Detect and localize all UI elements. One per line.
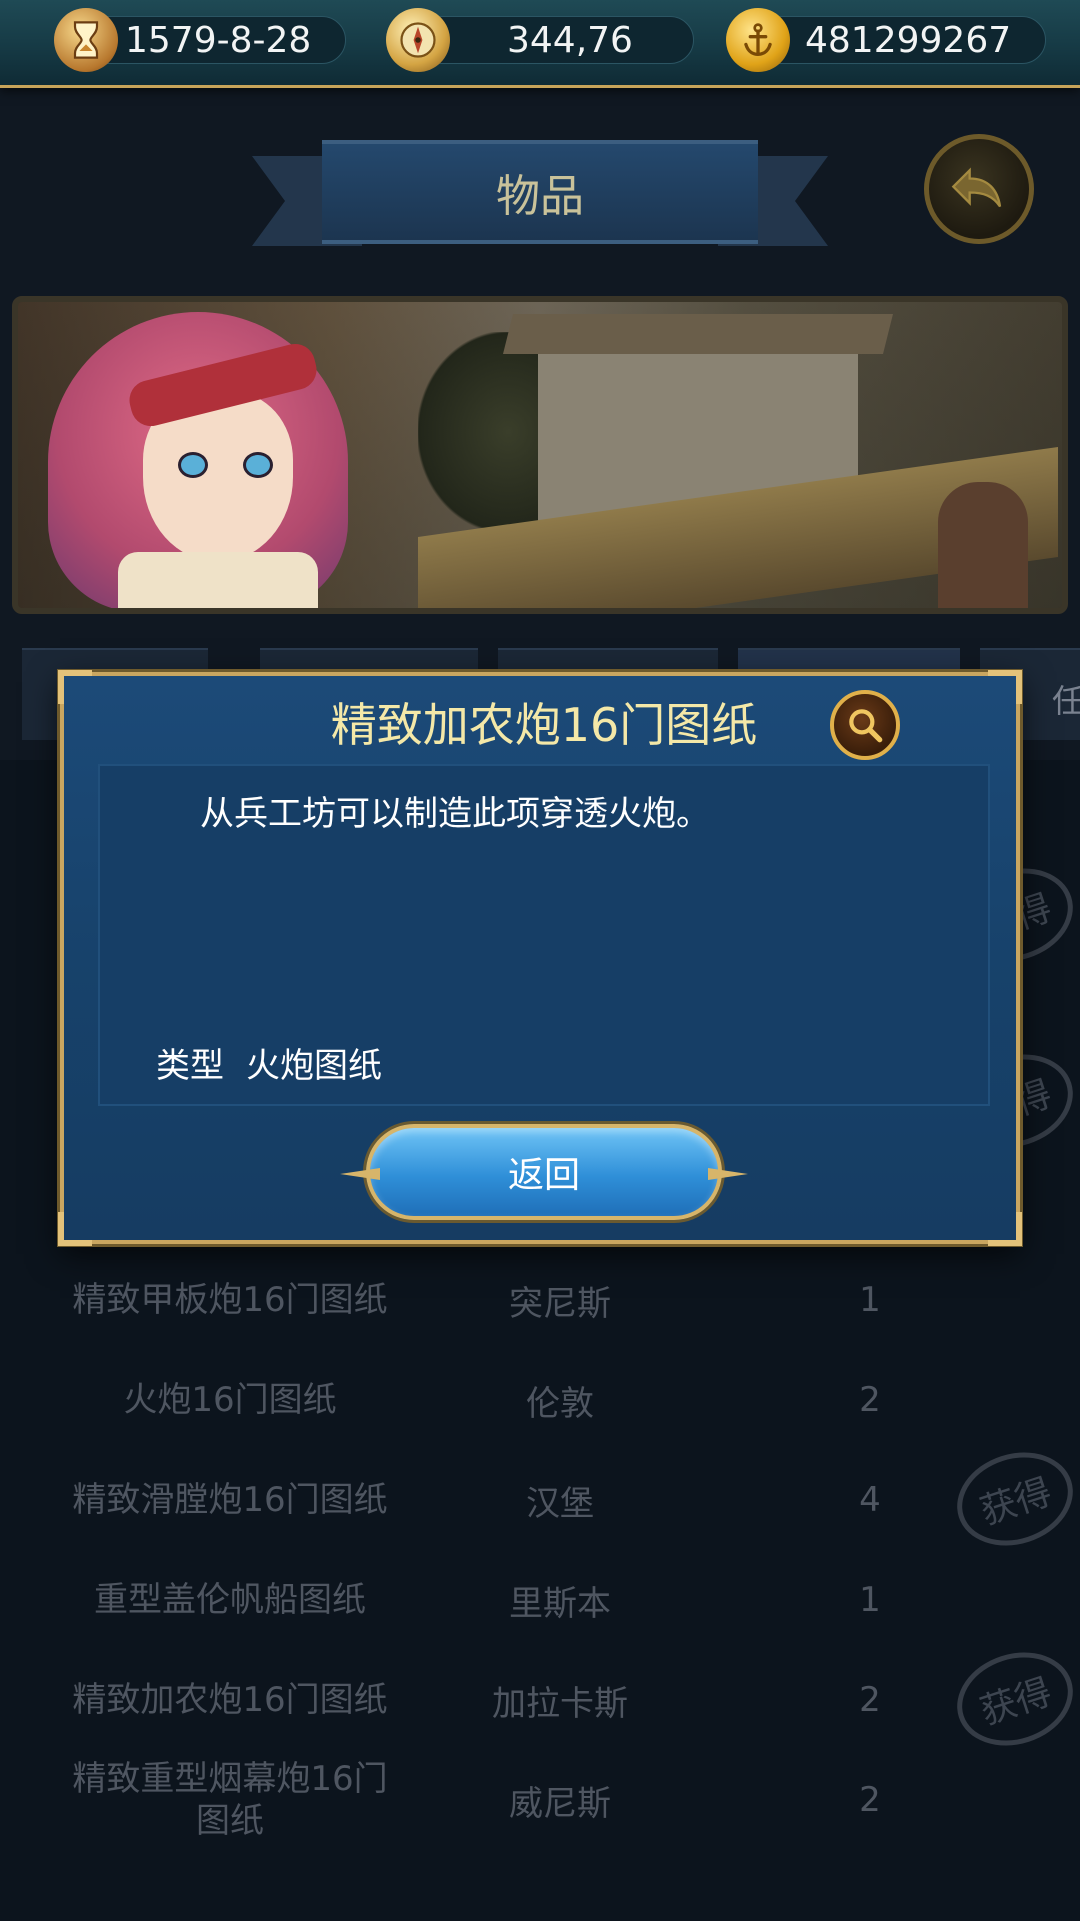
item-qty: 4: [859, 1480, 881, 1520]
item-city: 加拉卡斯: [492, 1683, 628, 1724]
hourglass-icon: [54, 8, 118, 72]
page-title: 物品: [496, 171, 584, 222]
item-detail-dialog: 精致加农炮16门图纸 从兵工坊可以制造此项穿透火炮。 类型 火炮图纸 返回: [58, 670, 1022, 1246]
list-item[interactable]: 精致甲板炮16门图纸 突尼斯 1: [0, 1250, 1080, 1350]
magnifier-icon: [849, 709, 883, 743]
fame-display: 344,76: [418, 16, 694, 64]
return-button[interactable]: 返回: [340, 1124, 748, 1220]
item-name: 重型盖伦帆船图纸: [94, 1580, 366, 1620]
list-item[interactable]: 精致重型烟幕炮16门图纸 威尼斯 2: [0, 1750, 1080, 1850]
obtained-stamp: 获得: [944, 1437, 1080, 1561]
back-arrow-icon: [951, 167, 1002, 208]
date-value: 1579-8-28: [125, 20, 312, 61]
character-portrait: [38, 302, 398, 608]
item-name: 精致滑膛炮16门图纸: [72, 1480, 388, 1520]
item-name: 精致重型烟幕炮16门图纸: [72, 1759, 388, 1841]
list-item[interactable]: 火炮16门图纸 伦敦 2: [0, 1350, 1080, 1450]
list-item[interactable]: 精致滑膛炮16门图纸 汉堡 4 获得: [0, 1437, 1080, 1561]
item-city: 伦敦: [526, 1383, 594, 1424]
resource-bar: 1579-8-28 344,76 481299267: [0, 0, 1080, 88]
item-type-row: 类型 火炮图纸: [156, 1038, 382, 1087]
page-title-banner: 物品: [322, 140, 758, 244]
compass-icon: [386, 8, 450, 72]
item-city: 汉堡: [526, 1483, 594, 1524]
return-button-label: 返回: [507, 1155, 580, 1196]
item-city: 里斯本: [509, 1583, 611, 1624]
list-item[interactable]: 精致加农炮16门图纸 加拉卡斯 2 获得: [0, 1637, 1080, 1761]
gold-value: 481299267: [805, 20, 1012, 61]
item-name: 精致甲板炮16门图纸: [72, 1280, 388, 1320]
game-screen: 1579-8-28 344,76 481299267 物品 任 精致甲板炮16门…: [0, 0, 1080, 1921]
item-name: 精致加农炮16门图纸: [72, 1680, 388, 1720]
item-city: 威尼斯: [509, 1783, 611, 1824]
date-display: 1579-8-28: [84, 16, 346, 64]
item-city: 突尼斯: [509, 1283, 611, 1324]
fame-value: 344,76: [507, 20, 633, 61]
tab-5-label: 任: [1052, 682, 1080, 720]
item-name: 火炮16门图纸: [123, 1380, 337, 1420]
anchor-coin-icon: [726, 8, 790, 72]
gold-display: 481299267: [756, 16, 1046, 64]
type-label: 类型: [156, 1046, 224, 1086]
item-qty: 2: [859, 1380, 881, 1420]
type-value: 火炮图纸: [246, 1046, 382, 1086]
item-qty: 1: [859, 1580, 881, 1620]
obtained-stamp: 获得: [944, 1637, 1080, 1761]
back-button[interactable]: [924, 134, 1034, 244]
description-panel: 从兵工坊可以制造此项穿透火炮。 类型 火炮图纸: [98, 764, 990, 1106]
search-button[interactable]: [830, 690, 900, 760]
scene-illustration: [12, 296, 1068, 614]
item-qty: 2: [859, 1780, 881, 1820]
item-qty: 2: [859, 1680, 881, 1720]
item-description: 从兵工坊可以制造此项穿透火炮。: [200, 794, 710, 834]
item-qty: 1: [859, 1280, 881, 1320]
background-character: [938, 482, 1028, 608]
list-item[interactable]: 重型盖伦帆船图纸 里斯本 1: [0, 1550, 1080, 1650]
